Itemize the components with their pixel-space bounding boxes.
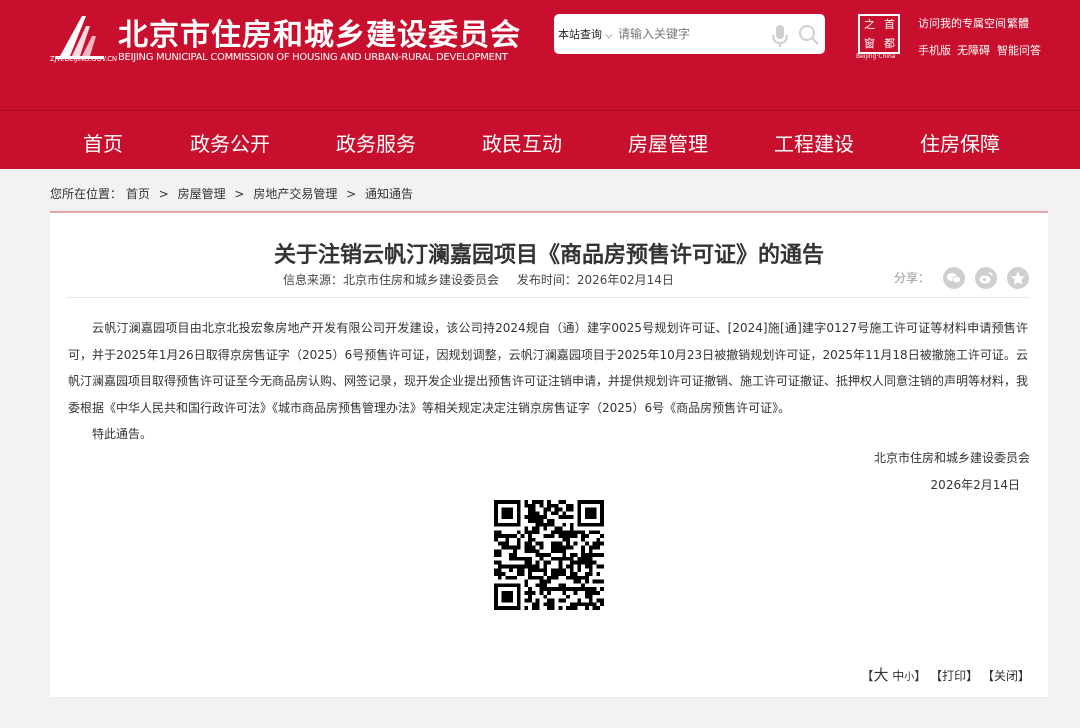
nav-item-housing-security[interactable]: 住房保障 [920,128,1000,157]
wechat-icon[interactable] [943,267,965,289]
seal-char: 首 [884,18,895,31]
article-paragraph: 云帆汀澜嘉园项目由北京北投宏象房地产开发有限公司开发建设，该公司持2024规自（… [68,321,1029,415]
microphone-icon[interactable] [769,23,791,49]
article-tools: 【大 中小】 【打印】 【关闭】 [861,664,1030,685]
chevron-down-icon: ⌵ [605,31,613,41]
article-paragraph: 特此通告。 [92,427,153,441]
article-title: 关于注销云帆汀澜嘉园项目《商品房预售许可证》的通告 [273,243,824,268]
main-nav: 首页 政务公开 政务服务 政民互动 房屋管理 工程建设 住房保障 [0,110,1080,169]
accessibility-link[interactable]: 无障碍 [957,42,990,58]
breadcrumb-real-estate-trading[interactable]: 房地产交易管理 [253,187,337,201]
font-size-large-button[interactable]: 大 [873,666,888,684]
article-meta: 信息来源：北京市住房和城乡建设委员会 发布时间：2026年02月14日 [283,271,674,288]
breadcrumb-housing-management[interactable]: 房屋管理 [178,187,226,201]
breadcrumb-separator: > [346,187,357,201]
site-header: ZJW.BEIJING.GOV.CN 北京市住房和城乡建设委员会 BEIJING… [0,0,1080,110]
my-space-link[interactable]: 访问我的专属空间 [918,15,1006,31]
seal-char: 之 [864,18,875,31]
site-title[interactable]: 北京市住房和城乡建设委员会 [118,10,521,54]
breadcrumb-prefix: 您所在位置： [50,187,123,201]
traditional-chinese-link[interactable]: 繁體 [1007,15,1029,31]
seal-char: 都 [884,37,895,50]
nav-item-government-services[interactable]: 政务服务 [336,128,416,157]
logo-url-text: ZJW.BEIJING.GOV.CN [50,55,117,63]
article-card: 关于注销云帆汀澜嘉园项目《商品房预售许可证》的通告 信息来源：北京市住房和城乡建… [50,211,1048,697]
breadcrumb-notices[interactable]: 通知通告 [365,187,413,201]
print-button[interactable]: 【打印】 [930,669,978,683]
search-scope-select[interactable]: 本站查询 ⌵ [558,26,612,42]
nav-item-construction[interactable]: 工程建设 [774,128,854,157]
breadcrumb-separator: > [234,187,245,201]
search-input[interactable] [618,23,768,45]
signature-organization: 北京市住房和城乡建设委员会 [873,451,1030,465]
mobile-version-link[interactable]: 手机版 [918,42,951,58]
search-icon[interactable] [798,24,820,46]
site-subtitle: BEIJING MUNICIPAL COMMISSION OF HOUSING … [118,52,508,63]
weibo-icon[interactable] [975,267,997,289]
font-size-medium-button[interactable]: 中 [892,669,904,683]
search-scope-label: 本站查询 [558,28,602,41]
smart-qa-link[interactable]: 智能问答 [997,42,1041,58]
close-button[interactable]: 【关闭】 [982,669,1030,683]
article-divider [66,297,1030,298]
nav-item-interaction[interactable]: 政民互动 [482,128,562,157]
seal-caption: Beijing·China [856,53,896,60]
breadcrumb: 您所在位置： 首页 > 房屋管理 > 房地产交易管理 > 通知通告 [50,185,413,202]
share-label: 分享： [894,271,931,285]
breadcrumb-separator: > [158,187,169,201]
article-pubtime: 发布时间：2026年02月14日 [516,273,674,287]
nav-item-home[interactable]: 首页 [83,128,123,157]
seal-char: 窗 [864,37,875,50]
nav-item-government-affairs[interactable]: 政务公开 [190,128,270,157]
qr-code-icon [494,500,604,610]
signature-date: 2026年2月14日 [930,478,1020,492]
breadcrumb-home[interactable]: 首页 [126,187,150,201]
font-size-close-bracket: 】 [914,669,927,683]
nav-item-housing-management[interactable]: 房屋管理 [628,128,708,157]
font-size-open-bracket: 【 [861,669,874,683]
qzone-icon[interactable] [1007,267,1029,289]
article-body: 云帆汀澜嘉园项目由北京北投宏象房地产开发有限公司开发建设，该公司持2024规自（… [68,315,1028,448]
font-size-small-button[interactable]: 小 [904,672,914,683]
capital-window-seal-icon[interactable]: 首 都 之 窗 [858,14,900,54]
article-source: 信息来源：北京市住房和城乡建设委员会 [283,273,500,287]
